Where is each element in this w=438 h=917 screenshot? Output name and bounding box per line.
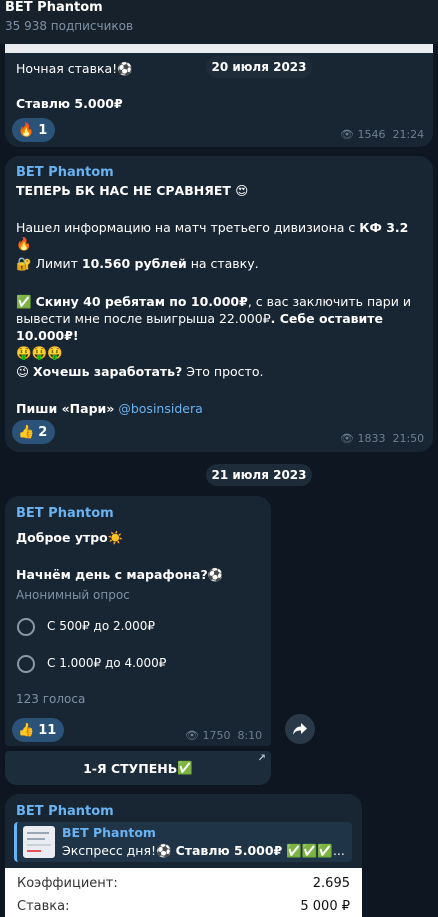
- poll-option-2[interactable]: С 1.000₽ до 4.000₽: [14, 650, 264, 676]
- thumbs-up-icon: 👍: [18, 424, 35, 440]
- external-arrow-icon: ↗: [257, 753, 266, 764]
- eye-icon: 👁: [340, 432, 354, 445]
- inline-button-stage-1[interactable]: 1-Я СТУПЕНЬ ✅ ↗: [5, 751, 271, 785]
- soccer-ball-icon: ⚽: [117, 61, 133, 76]
- message-2-meta: 👁 1833 21:50: [340, 432, 425, 445]
- message-2-author: BET Phantom: [16, 165, 114, 180]
- wink-icon: 😉: [16, 364, 30, 379]
- message-2-p1: Нашел информацию на матч третьего дивизи…: [16, 220, 409, 251]
- radio-circle-icon: [17, 618, 35, 636]
- message-3-line2: Начнём день с марафона?⚽: [16, 567, 224, 582]
- reply-thumbnail: [23, 826, 55, 858]
- channel-title: BET Phantom: [5, 0, 103, 15]
- soccer-ball-icon: ⚽: [156, 843, 172, 858]
- message-3-author: BET Phantom: [16, 506, 114, 521]
- check-mark-icon: ✅: [16, 294, 32, 309]
- message-2-p2: 🔐 Лимит 10.560 рублей на ставку.: [16, 256, 259, 271]
- message-2-p5: Пиши «Пари» @bosinsidera: [16, 401, 203, 416]
- poll-type: Анонимный опрос: [16, 588, 130, 602]
- reply-text: Экспресс дня!⚽ Ставлю 5.000₽ ✅✅✅...: [62, 843, 345, 858]
- date-pill-2: 21 июля 2023: [206, 464, 312, 486]
- share-arrow-icon: [293, 723, 307, 735]
- eye-icon: 👁: [185, 729, 199, 742]
- message-2-p4: 😉 Хочешь заработать? Это просто.: [16, 364, 264, 379]
- check-mark-icon: ✅✅✅: [286, 843, 333, 858]
- check-mark-icon: ✅: [177, 760, 193, 775]
- message-2-p3: ✅ Скину 40 ребятам по 10.000₽, с вас зак…: [16, 294, 411, 360]
- reply-preview[interactable]: BET Phantom Экспресс дня!⚽ Ставлю 5.000₽…: [14, 822, 352, 862]
- money-mouth-icon: 🤑🤑🤑: [16, 345, 63, 360]
- mention-link[interactable]: @bosinsidera: [118, 401, 202, 416]
- message-3-meta: 👁 1750 8:10: [185, 729, 263, 742]
- eye-icon: 👁: [340, 128, 354, 141]
- soccer-ball-icon: ⚽: [207, 567, 224, 582]
- share-button[interactable]: [285, 714, 315, 744]
- lock-key-icon: 🔐: [16, 256, 32, 271]
- message-1-line2: Ставлю 5.000₽: [16, 96, 123, 111]
- stake-label: Ставка:: [17, 899, 70, 914]
- heart-eyes-icon: 😍: [235, 183, 249, 198]
- fire-icon: 🔥: [18, 122, 35, 138]
- message-4-author: BET Phantom: [16, 804, 114, 819]
- reaction-thumbs-up[interactable]: 👍 11: [12, 718, 65, 742]
- message-1-line1: Ночная ставка!⚽: [16, 61, 133, 76]
- bet-card: Коэффициент: 2.695 Ставка: 5 000 ₽: [5, 868, 362, 917]
- radio-circle-icon: [17, 655, 35, 673]
- message-1-meta: 👁 1546 21:24: [340, 128, 425, 141]
- reaction-fire[interactable]: 🔥 1: [12, 118, 56, 142]
- thumbs-up-icon: 👍: [18, 722, 35, 738]
- stake-value: 5 000 ₽: [300, 899, 350, 914]
- fire-icon: 🔥: [16, 236, 32, 251]
- reply-author: BET Phantom: [62, 825, 156, 840]
- date-pill-1: 20 июля 2023: [206, 56, 312, 78]
- poll-votes: 123 голоса: [16, 692, 86, 706]
- subscriber-count: 35 938 подписчиков: [5, 19, 134, 33]
- coefficient-label: Коэффициент:: [17, 876, 118, 891]
- message-2-headline: ТЕПЕРЬ БК НАС НЕ СРАВНЯЕТ 😍: [16, 183, 249, 198]
- poll-option-1[interactable]: С 500₽ до 2.000₽: [14, 612, 264, 638]
- reaction-thumbs-up[interactable]: 👍 2: [12, 420, 56, 444]
- message-3-line1: Доброе утро☀️: [16, 530, 124, 545]
- sun-icon: ☀️: [107, 530, 124, 545]
- coefficient-value: 2.695: [312, 876, 350, 891]
